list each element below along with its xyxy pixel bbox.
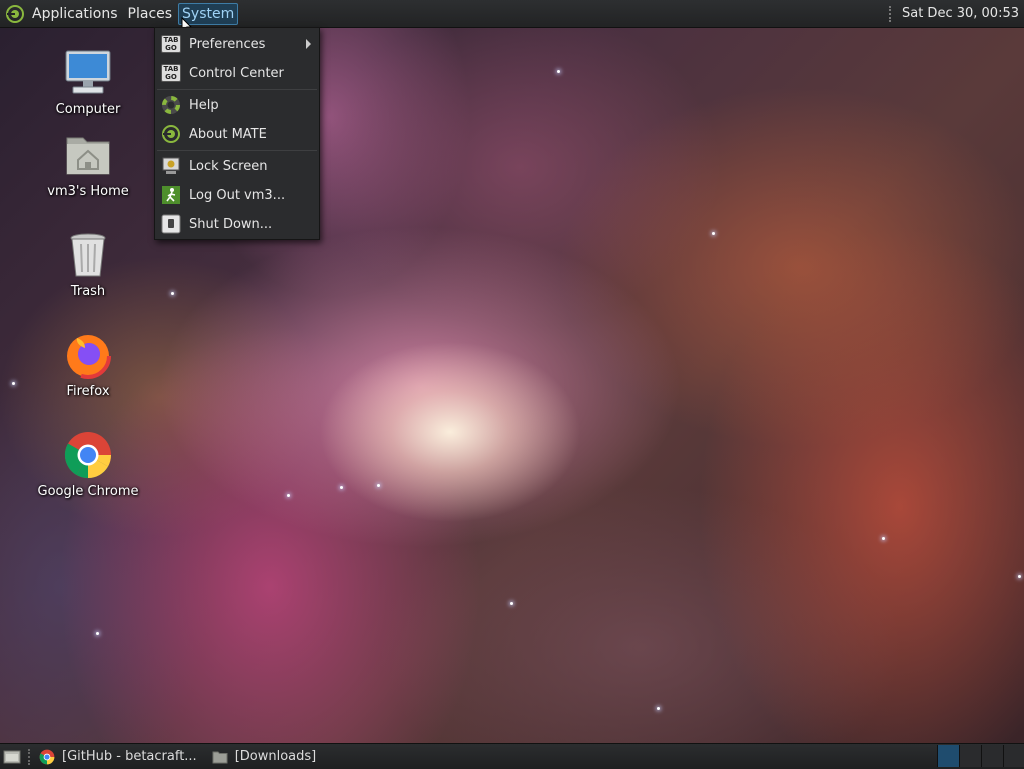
desktop-icon-firefox[interactable]: Firefox [33, 330, 143, 399]
chrome-icon [38, 748, 56, 766]
clock[interactable]: Sat Dec 30, 00:53 [902, 6, 1019, 21]
star [340, 486, 343, 489]
desktop-icon-label: vm3's Home [47, 184, 129, 199]
menu-item-label: Shut Down... [189, 216, 273, 232]
lock-screen-icon [161, 156, 181, 176]
taskbar-item-label: [Downloads] [234, 749, 317, 764]
desktop-icon-home[interactable]: vm3's Home [33, 130, 143, 199]
top-panel: Applications Places System Sat Dec 30, 0… [0, 0, 1024, 28]
show-desktop-button[interactable] [2, 748, 22, 766]
menu-separator [157, 150, 317, 151]
firefox-icon [63, 330, 113, 380]
star [96, 632, 99, 635]
workspace-3[interactable] [981, 745, 1003, 767]
desktop-icon-label: Firefox [66, 384, 110, 399]
system-menu: TAB GO Preferences TAB GO Control Center H… [154, 27, 320, 240]
control-center-icon: TAB GO [161, 63, 181, 83]
menu-item-shut-down[interactable]: Shut Down... [155, 210, 319, 238]
menu-item-label: Help [189, 97, 219, 113]
star [377, 484, 380, 487]
mate-logo-icon[interactable] [4, 3, 26, 25]
menu-item-control-center[interactable]: TAB GO Control Center [155, 59, 319, 87]
desktop-icon-label: Trash [70, 284, 106, 299]
menu-item-lock-screen[interactable]: Lock Screen [155, 152, 319, 180]
bottom-panel: [GitHub - betacraft... [Downloads] [0, 743, 1024, 769]
mate-logo-icon [161, 124, 181, 144]
menu-item-help[interactable]: Help [155, 91, 319, 119]
computer-icon [63, 48, 113, 98]
desktop-icon-chrome[interactable]: Google Chrome [33, 430, 143, 499]
taskbar-item-github[interactable]: [GitHub - betacraft... [38, 746, 197, 768]
log-out-icon [161, 185, 181, 205]
taskbar-handle[interactable] [28, 748, 32, 765]
star [557, 70, 560, 73]
menu-item-label: About MATE [189, 126, 267, 142]
star [510, 602, 513, 605]
star [712, 232, 715, 235]
star [12, 382, 15, 385]
menu-places[interactable]: Places [124, 3, 177, 25]
chrome-icon [63, 430, 113, 480]
star [1018, 575, 1021, 578]
desktop-icon-label: Computer [55, 102, 121, 117]
clock-applet: Sat Dec 30, 00:53 [888, 0, 1019, 27]
menu-item-preferences[interactable]: TAB GO Preferences [155, 30, 319, 58]
shutdown-icon [161, 214, 181, 234]
star [171, 292, 174, 295]
desktop-icon-trash[interactable]: Trash [33, 230, 143, 299]
desktop-icon-label: Google Chrome [37, 484, 139, 499]
workspace-2[interactable] [959, 745, 981, 767]
menu-item-label: Lock Screen [189, 158, 268, 174]
menu-item-about-mate[interactable]: About MATE [155, 120, 319, 148]
menu-applications[interactable]: Applications [28, 3, 122, 25]
menu-item-label: Control Center [189, 65, 284, 81]
submenu-arrow-icon [306, 39, 311, 49]
star [287, 494, 290, 497]
menu-item-label: Preferences [189, 36, 266, 52]
workspace-1[interactable] [937, 745, 959, 767]
trash-icon [63, 230, 113, 280]
workspace-4[interactable] [1003, 745, 1024, 767]
star [882, 537, 885, 540]
menu-item-label: Log Out vm3... [189, 187, 286, 203]
taskbar-item-label: [GitHub - betacraft... [62, 749, 197, 764]
folder-icon [211, 748, 229, 766]
star [657, 707, 660, 710]
home-folder-icon [63, 130, 113, 180]
show-desktop-icon [3, 750, 21, 763]
preferences-icon: TAB GO [161, 34, 181, 54]
taskbar-item-downloads[interactable]: [Downloads] [211, 746, 317, 768]
desktop-icon-computer[interactable]: Computer [33, 48, 143, 117]
menu-separator [157, 89, 317, 90]
menu-item-log-out[interactable]: Log Out vm3... [155, 181, 319, 209]
help-icon [161, 95, 181, 115]
panel-drag-handle[interactable] [888, 5, 894, 22]
